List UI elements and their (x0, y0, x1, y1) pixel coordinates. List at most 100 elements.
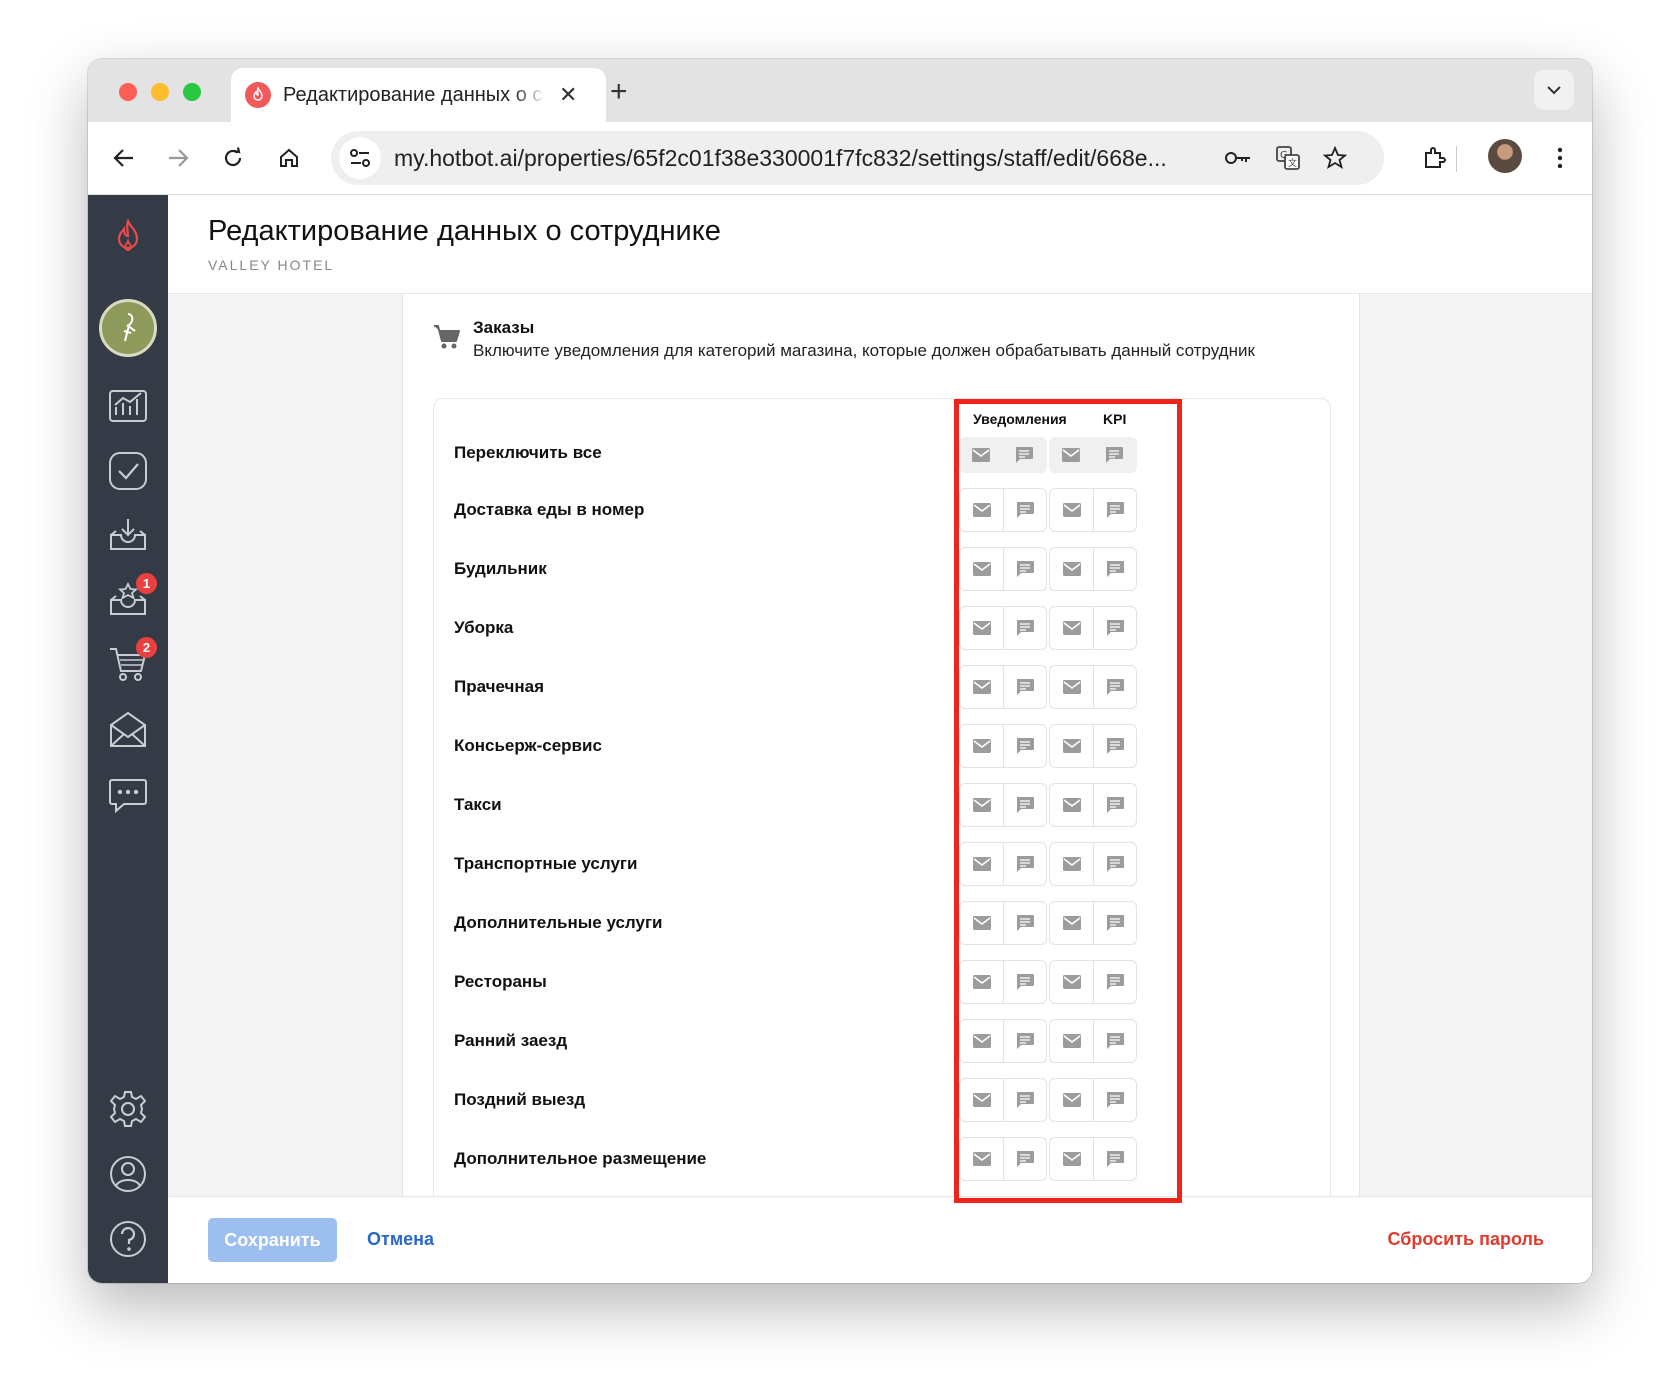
home-button[interactable] (271, 140, 307, 176)
row-kpi-email-toggle[interactable] (1050, 548, 1093, 590)
close-window-button[interactable] (119, 83, 137, 101)
message-icon[interactable] (88, 770, 168, 820)
row-kpi-email-toggle[interactable] (1050, 784, 1093, 826)
inbox-icon[interactable] (88, 510, 168, 560)
row-notifications-chat-toggle[interactable] (1003, 666, 1046, 708)
row-notifications-chat-toggle[interactable] (1003, 902, 1046, 944)
cart-sidebar-icon[interactable]: 2 (88, 637, 168, 689)
row-notifications-chat-toggle[interactable] (1003, 725, 1046, 767)
user-icon[interactable] (88, 1149, 168, 1199)
row-kpi-chat-toggle[interactable] (1093, 1020, 1136, 1062)
back-button[interactable] (106, 140, 142, 176)
key-icon[interactable] (1224, 144, 1252, 172)
row-kpi-email-toggle[interactable] (1050, 961, 1093, 1003)
row-notifications-chat-toggle[interactable] (1003, 489, 1046, 531)
row-notifications-toggle-group (959, 842, 1047, 886)
mail-icon (1062, 621, 1081, 635)
row-notifications-toggle-group (959, 783, 1047, 827)
toggle-all-notifications-chat-toggle[interactable] (1002, 437, 1045, 473)
open-mail-icon[interactable] (88, 705, 168, 755)
browser-menu-button[interactable] (1542, 140, 1578, 176)
chat-icon (1106, 797, 1124, 813)
row-kpi-chat-toggle[interactable] (1093, 902, 1136, 944)
row-notifications-chat-toggle[interactable] (1003, 1020, 1046, 1062)
row-notifications-email-toggle[interactable] (960, 725, 1003, 767)
row-kpi-email-toggle[interactable] (1050, 607, 1093, 649)
favicon-icon (245, 82, 271, 108)
row-kpi-chat-toggle[interactable] (1093, 666, 1136, 708)
profile-avatar[interactable] (1488, 139, 1522, 173)
row-notifications-email-toggle[interactable] (960, 843, 1003, 885)
row-label: Ранний заезд (454, 1031, 568, 1050)
forward-button[interactable] (160, 140, 196, 176)
property-avatar[interactable] (88, 298, 168, 358)
row-notifications-chat-toggle[interactable] (1003, 1079, 1046, 1121)
row-kpi-email-toggle[interactable] (1050, 725, 1093, 767)
mail-icon (972, 857, 991, 871)
row-kpi-chat-toggle[interactable] (1093, 1079, 1136, 1121)
chat-icon (1016, 915, 1034, 931)
row-kpi-chat-toggle[interactable] (1093, 607, 1136, 649)
row-notifications-email-toggle[interactable] (960, 1020, 1003, 1062)
row-kpi-chat-toggle[interactable] (1093, 1138, 1136, 1180)
main-content: Редактирование данных о сотруднике VALLE… (168, 195, 1592, 1283)
row-notifications-email-toggle[interactable] (960, 961, 1003, 1003)
row-notifications-chat-toggle[interactable] (1003, 784, 1046, 826)
reset-password-button[interactable]: Сбросить пароль (1387, 1229, 1544, 1250)
translate-icon[interactable]: G文 (1274, 144, 1302, 172)
tab-close-icon[interactable]: ✕ (559, 82, 577, 108)
toggle-all-notifications-email-toggle[interactable] (959, 437, 1002, 473)
chart-icon[interactable] (88, 380, 168, 430)
row-notifications-email-toggle[interactable] (960, 902, 1003, 944)
maximize-window-button[interactable] (183, 83, 201, 101)
row-notifications-email-toggle[interactable] (960, 784, 1003, 826)
row-kpi-chat-toggle[interactable] (1093, 489, 1136, 531)
row-kpi-chat-toggle[interactable] (1093, 548, 1136, 590)
extensions-button[interactable] (1416, 140, 1452, 176)
check-icon[interactable] (88, 446, 168, 496)
new-tab-button[interactable]: + (610, 75, 628, 109)
row-notifications-chat-toggle[interactable] (1003, 548, 1046, 590)
row-notifications-email-toggle[interactable] (960, 1079, 1003, 1121)
gear-icon[interactable] (88, 1084, 168, 1134)
toggle-all-kpi-chat-toggle[interactable] (1092, 437, 1135, 473)
minimize-window-button[interactable] (151, 83, 169, 101)
address-bar[interactable]: my.hotbot.ai/properties/65f2c01f38e33000… (331, 131, 1384, 185)
star-inbox-icon[interactable]: 1 (88, 573, 168, 625)
kebab-menu-icon (1557, 147, 1563, 169)
row-notifications-chat-toggle[interactable] (1003, 1138, 1046, 1180)
row-notifications-email-toggle[interactable] (960, 548, 1003, 590)
tab-search-button[interactable] (1534, 70, 1574, 110)
row-kpi-email-toggle[interactable] (1050, 489, 1093, 531)
help-icon[interactable] (88, 1214, 168, 1264)
row-kpi-chat-toggle[interactable] (1093, 784, 1136, 826)
chat-icon (1106, 502, 1124, 518)
row-kpi-email-toggle[interactable] (1050, 843, 1093, 885)
row-notifications-email-toggle[interactable] (960, 1138, 1003, 1180)
save-button[interactable]: Сохранить (208, 1218, 337, 1262)
row-kpi-chat-toggle[interactable] (1093, 725, 1136, 767)
flame-icon[interactable] (88, 211, 168, 261)
row-kpi-email-toggle[interactable] (1050, 666, 1093, 708)
row-kpi-toggle-group (1049, 1019, 1137, 1063)
site-settings-icon[interactable] (339, 137, 381, 179)
browser-tab[interactable]: Редактирование данных о сотруднике ✕ (231, 68, 606, 122)
row-kpi-email-toggle[interactable] (1050, 902, 1093, 944)
row-kpi-chat-toggle[interactable] (1093, 843, 1136, 885)
reload-button[interactable] (215, 140, 251, 176)
toggle-all-kpi-email-toggle[interactable] (1049, 437, 1092, 473)
row-kpi-email-toggle[interactable] (1050, 1079, 1093, 1121)
row-notifications-chat-toggle[interactable] (1003, 607, 1046, 649)
row-kpi-email-toggle[interactable] (1050, 1138, 1093, 1180)
row-notifications-email-toggle[interactable] (960, 607, 1003, 649)
row-notifications-email-toggle[interactable] (960, 489, 1003, 531)
row-notifications-email-toggle[interactable] (960, 666, 1003, 708)
row-notifications-chat-toggle[interactable] (1003, 843, 1046, 885)
row-kpi-email-toggle[interactable] (1050, 1020, 1093, 1062)
row-notifications-chat-toggle[interactable] (1003, 961, 1046, 1003)
row-kpi-chat-toggle[interactable] (1093, 961, 1136, 1003)
row-label: Транспортные услуги (454, 854, 638, 873)
cancel-button[interactable]: Отмена (367, 1229, 434, 1250)
bookmark-star-icon[interactable] (1321, 144, 1349, 172)
sidebar: 1 2 (88, 195, 168, 1283)
